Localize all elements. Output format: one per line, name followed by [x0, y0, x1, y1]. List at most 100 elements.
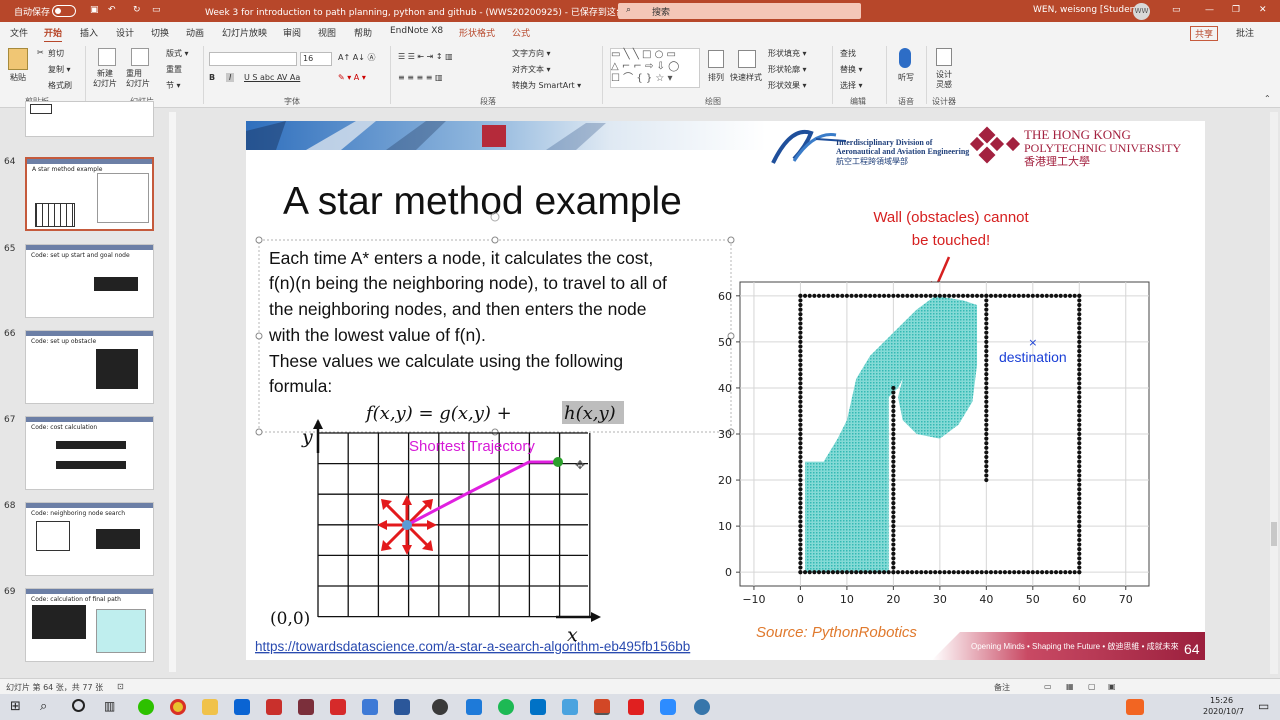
slide-thumbnail[interactable]: Code: set up obstacle: [25, 330, 154, 404]
minimize-icon[interactable]: —: [1205, 5, 1214, 15]
tab-view[interactable]: 视图: [318, 26, 336, 39]
collapse-ribbon-icon[interactable]: ⌃: [1264, 94, 1271, 103]
slide-thumbnail-selected[interactable]: A star method example: [25, 157, 154, 231]
reading-view-icon[interactable]: ▢: [1088, 682, 1096, 691]
quick-styles-icon[interactable]: [738, 50, 756, 68]
app-icon[interactable]: [266, 699, 282, 715]
paste-button[interactable]: 粘贴: [10, 72, 26, 83]
mail-icon[interactable]: [234, 699, 250, 715]
align-icons[interactable]: ≡ ≡ ≡ ≡ ▥: [398, 73, 443, 82]
tab-transitions[interactable]: 切换: [151, 26, 169, 39]
cortana-icon[interactable]: [72, 699, 85, 712]
shapes-gallery[interactable]: ▭ ╲ ╲ □ ○ ▭ △ ⌐ ⌐ ⇨ ⇩ ◯ ☐ ⌒ { } ☆ ▾: [610, 48, 700, 88]
redo-icon[interactable]: ↻: [133, 5, 141, 15]
shape-outline-button[interactable]: 形状轮廓 ▾: [768, 64, 807, 75]
wechat-icon[interactable]: [138, 699, 154, 715]
reset-button[interactable]: 重置: [166, 64, 182, 75]
app-icon[interactable]: [498, 699, 514, 715]
chrome-icon[interactable]: [170, 699, 186, 715]
avatar[interactable]: WW: [1133, 3, 1150, 20]
language-icon[interactable]: ⊡: [117, 682, 124, 691]
slide-title[interactable]: A star method example: [283, 180, 682, 223]
tab-design[interactable]: 设计: [116, 26, 134, 39]
find-button[interactable]: 查找: [840, 48, 856, 59]
formula-heuristic[interactable]: h(x,y): [564, 403, 616, 424]
tab-file[interactable]: 文件: [10, 26, 28, 39]
font-size-select[interactable]: 16: [300, 52, 332, 66]
select-button[interactable]: 选择 ▾: [840, 80, 863, 91]
undo-icon[interactable]: ↶: [108, 5, 116, 15]
quick-styles-button[interactable]: 快速样式: [730, 72, 762, 83]
italic-button[interactable]: I: [226, 73, 235, 82]
search-icon[interactable]: ⌕: [40, 699, 56, 715]
new-slide-icon[interactable]: [98, 48, 116, 66]
tab-home[interactable]: 开始: [44, 26, 63, 43]
microphone-icon[interactable]: [899, 48, 911, 68]
close-icon[interactable]: ✕: [1259, 5, 1267, 15]
slide-thumbnail[interactable]: [25, 101, 154, 137]
thumbnail-scrollbar[interactable]: [169, 112, 176, 672]
clock-date[interactable]: 2020/10/7: [1203, 707, 1244, 716]
slide-thumbnail[interactable]: Code: cost calculation: [25, 416, 154, 490]
text-direction-button[interactable]: 文字方向 ▾: [512, 48, 551, 59]
app-icon[interactable]: [562, 699, 578, 715]
acrobat-icon[interactable]: [628, 699, 644, 715]
app-icon[interactable]: [330, 699, 346, 715]
bold-button[interactable]: B: [209, 73, 215, 82]
font-color-icon[interactable]: ✎ ▾ A ▾: [338, 73, 366, 82]
save-icon[interactable]: ▣: [90, 5, 99, 15]
layout-button[interactable]: 版式 ▾: [166, 48, 189, 59]
sorter-view-icon[interactable]: ▦: [1066, 682, 1074, 691]
python-icon[interactable]: [694, 699, 710, 715]
cut-button[interactable]: 剪切: [48, 48, 64, 59]
smartart-button[interactable]: 转换为 SmartArt ▾: [512, 80, 581, 91]
share-button[interactable]: 共享: [1190, 26, 1219, 41]
tab-animations[interactable]: 动画: [186, 26, 204, 39]
task-view-icon[interactable]: ▥: [104, 699, 120, 715]
slide-scrollbar[interactable]: [1270, 112, 1278, 674]
slide-thumbnail[interactable]: Code: neighboring node search: [25, 502, 154, 576]
notes-button[interactable]: 备注: [994, 682, 1010, 693]
tab-slideshow[interactable]: 幻灯片放映: [222, 26, 267, 39]
restore-icon[interactable]: ❐: [1232, 5, 1240, 15]
app-icon[interactable]: [298, 699, 314, 715]
reuse-slide-icon[interactable]: [131, 48, 149, 66]
copy-button[interactable]: 复制 ▾: [48, 64, 71, 75]
notification-icon[interactable]: ▭: [1258, 699, 1269, 713]
endnote-icon[interactable]: [432, 699, 448, 715]
tab-equation[interactable]: 公式: [512, 26, 530, 39]
present-icon[interactable]: ▭: [152, 5, 161, 15]
pathfinding-plot[interactable]: −10 0 10 20 30 40 50 60 70 0 10 20 30 40 50 60 ×destinat…: [718, 281, 1150, 606]
paste-icon[interactable]: [8, 48, 28, 70]
designer-icon[interactable]: [936, 48, 952, 66]
comments-button[interactable]: 批注: [1236, 26, 1254, 39]
zoom-icon[interactable]: [660, 699, 676, 715]
ribbon-display-icon[interactable]: ▭: [1172, 5, 1181, 15]
normal-view-icon[interactable]: ▭: [1044, 682, 1052, 691]
format-painter-button[interactable]: 格式刷: [48, 80, 72, 91]
vscode-icon[interactable]: [466, 699, 482, 715]
font-name-select[interactable]: [209, 52, 297, 66]
windows-start-icon[interactable]: ⊞: [10, 699, 26, 715]
design-ideas-button[interactable]: 设计 灵感: [936, 70, 952, 90]
ime-icon[interactable]: [1126, 699, 1144, 715]
dictate-button[interactable]: 听写: [898, 72, 914, 83]
outlook-icon[interactable]: [530, 699, 546, 715]
autosave-toggle[interactable]: [52, 5, 76, 17]
formula-text[interactable]: f(x,y) = g(x,y) +: [364, 403, 512, 424]
search-box[interactable]: ⌕ 搜索: [618, 3, 861, 19]
shape-fill-button[interactable]: 形状填充 ▾: [768, 48, 807, 59]
tab-review[interactable]: 审阅: [283, 26, 301, 39]
file-explorer-icon[interactable]: [202, 699, 218, 715]
new-slide-button[interactable]: 新建 幻灯片: [93, 69, 117, 89]
slide-canvas[interactable]: Interdisciplinary Division of Aeronautic…: [246, 121, 1205, 660]
arrange-icon[interactable]: [708, 50, 724, 68]
arrange-button[interactable]: 排列: [708, 72, 724, 83]
slide-thumbnail[interactable]: Code: set up start and goal node: [25, 244, 154, 318]
powerpoint-icon[interactable]: [594, 699, 610, 715]
tab-help[interactable]: 帮助: [354, 26, 372, 39]
clock-time[interactable]: 15:26: [1210, 696, 1233, 705]
word-icon[interactable]: [394, 699, 410, 715]
user-name[interactable]: WEN, weisong [Student]: [1033, 5, 1142, 15]
reference-link[interactable]: https://towardsdatascience.com/a-star-a-…: [255, 639, 690, 654]
